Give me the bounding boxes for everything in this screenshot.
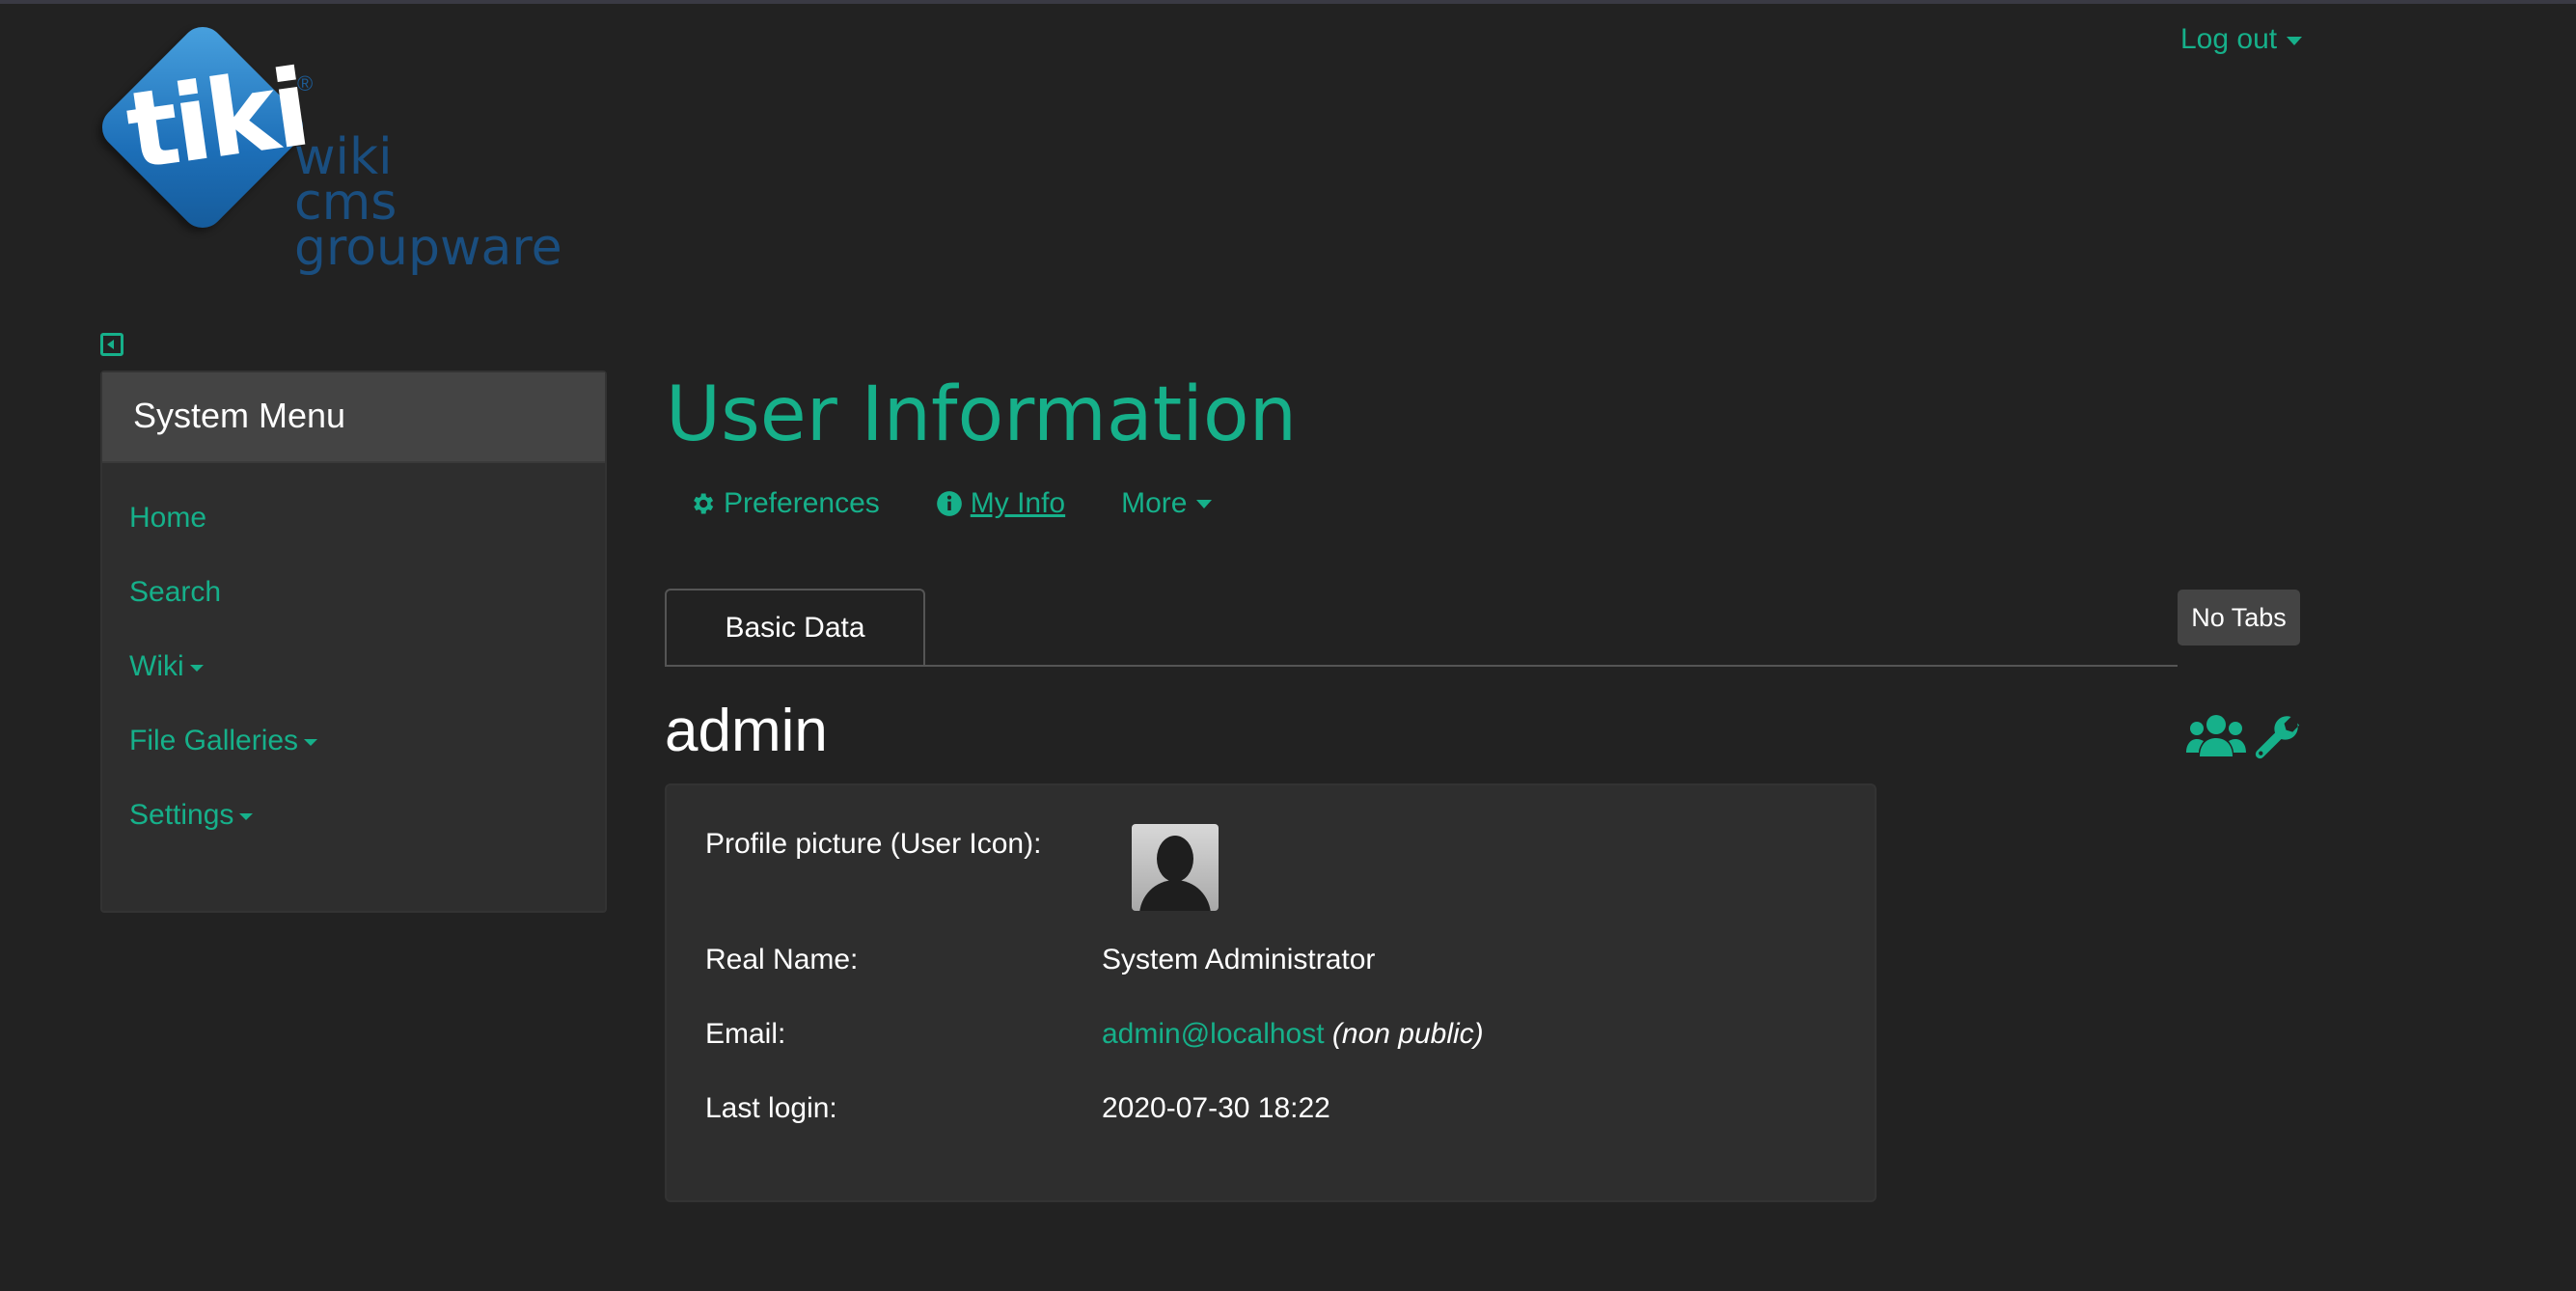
users-icon[interactable] [2186, 714, 2246, 758]
tab-basic-data[interactable]: Basic Data [665, 589, 925, 666]
top-border [0, 0, 2576, 4]
tab-label: Basic Data [725, 612, 865, 644]
email-value-group: admin@localhost (non public) [1102, 1018, 1484, 1051]
avatar [1132, 824, 1219, 911]
sidebar-item-wiki[interactable]: Wiki [102, 650, 605, 725]
preferences-link[interactable]: Preferences [689, 487, 880, 520]
avatar-body [1139, 880, 1211, 911]
sidebar-item-label: Home [129, 502, 207, 534]
logout-dropdown[interactable]: Log out [2180, 23, 2303, 56]
email-link[interactable]: admin@localhost [1102, 1018, 1325, 1050]
sidebar-item-settings[interactable]: Settings [102, 799, 605, 873]
logo-wordmark: tiki [119, 45, 315, 194]
caret-down-icon [304, 738, 318, 746]
gear-icon [694, 493, 714, 514]
sidebar-item-label: Search [129, 576, 222, 608]
system-menu: System Menu Home Search Wiki File Galler… [100, 371, 607, 913]
site-logo[interactable]: tiki ® wiki cms groupware [93, 17, 579, 282]
no-tabs-button[interactable]: No Tabs [2178, 590, 2300, 646]
collapse-sidebar-icon[interactable] [100, 333, 123, 356]
tab-divider [665, 665, 2178, 667]
real-name-label: Real Name: [705, 944, 859, 975]
page-title: User Information [666, 371, 1298, 458]
sidebar-item-home[interactable]: Home [102, 502, 605, 576]
sidebar-item-file-galleries[interactable]: File Galleries [102, 725, 605, 799]
sidebar-item-search[interactable]: Search [102, 576, 605, 650]
wrench-icon[interactable] [2252, 712, 2302, 762]
user-info-card: Profile picture (User Icon): Real Name: … [665, 783, 1877, 1202]
logout-label: Log out [2180, 23, 2278, 55]
last-login-label: Last login: [705, 1092, 837, 1124]
profile-picture-label: Profile picture (User Icon): [705, 828, 1042, 860]
my-info-link[interactable]: My Info [936, 487, 1065, 520]
logo-tagline-line: groupware [294, 219, 562, 277]
logo-registered-mark: ® [297, 71, 314, 96]
page: tiki ® wiki cms groupware Log out System… [0, 0, 2576, 1291]
caret-down-icon [189, 664, 204, 672]
user-nav: Preferences My Info More [689, 487, 1268, 520]
info-icon [936, 491, 962, 516]
more-label: More [1121, 487, 1188, 519]
sidebar-item-label: Wiki [129, 650, 184, 682]
caret-down-icon [1196, 499, 1213, 508]
sidebar-item-label: File Galleries [129, 725, 299, 756]
email-privacy-note: (non public) [1331, 1018, 1484, 1050]
avatar-head [1157, 836, 1193, 882]
my-info-label: My Info [970, 487, 1066, 519]
sidebar-item-label: Settings [129, 799, 234, 831]
more-dropdown[interactable]: More [1121, 487, 1213, 520]
system-menu-list: Home Search Wiki File Galleries Settings [102, 463, 605, 873]
no-tabs-label: No Tabs [2191, 602, 2287, 632]
username-heading: admin [665, 698, 828, 764]
preferences-label: Preferences [724, 487, 880, 519]
caret-down-icon [2287, 36, 2303, 45]
real-name-value: System Administrator [1102, 944, 1376, 975]
logo-tagline: wiki cms groupware [294, 132, 562, 277]
system-menu-title: System Menu [102, 372, 605, 463]
email-label: Email: [705, 1018, 786, 1050]
last-login-value: 2020-07-30 18:22 [1102, 1092, 1330, 1124]
caret-down-icon [239, 812, 254, 820]
